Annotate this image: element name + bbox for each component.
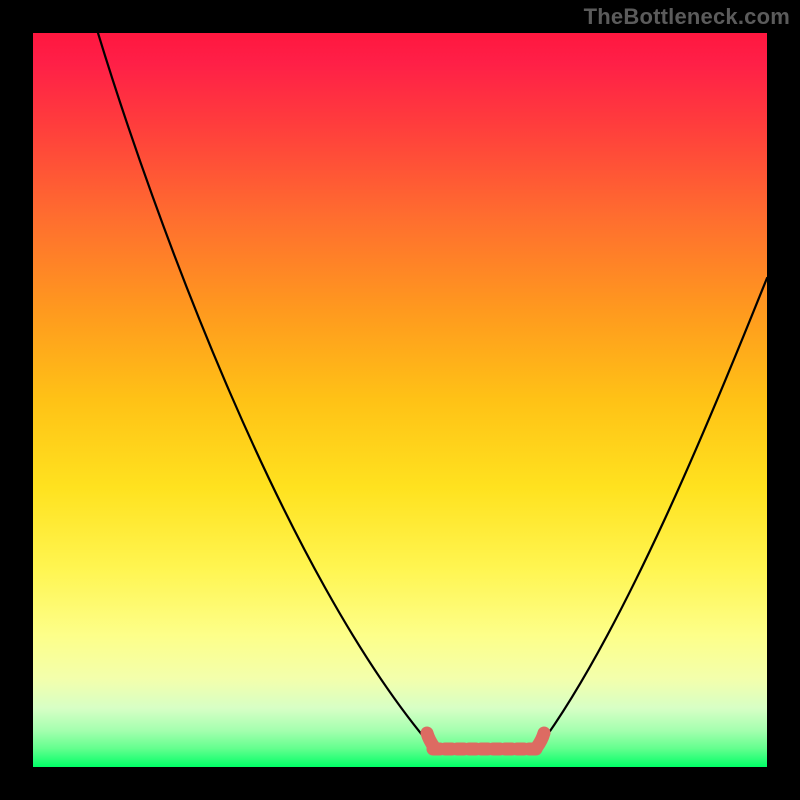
watermark-text: TheBottleneck.com [584, 4, 790, 30]
right-curve [538, 278, 767, 748]
bottom-marker-right-cap [537, 733, 544, 747]
left-curve [98, 33, 433, 748]
plot-area [33, 33, 767, 767]
curves-svg [33, 33, 767, 767]
bottom-marker-left-cap [427, 733, 434, 747]
